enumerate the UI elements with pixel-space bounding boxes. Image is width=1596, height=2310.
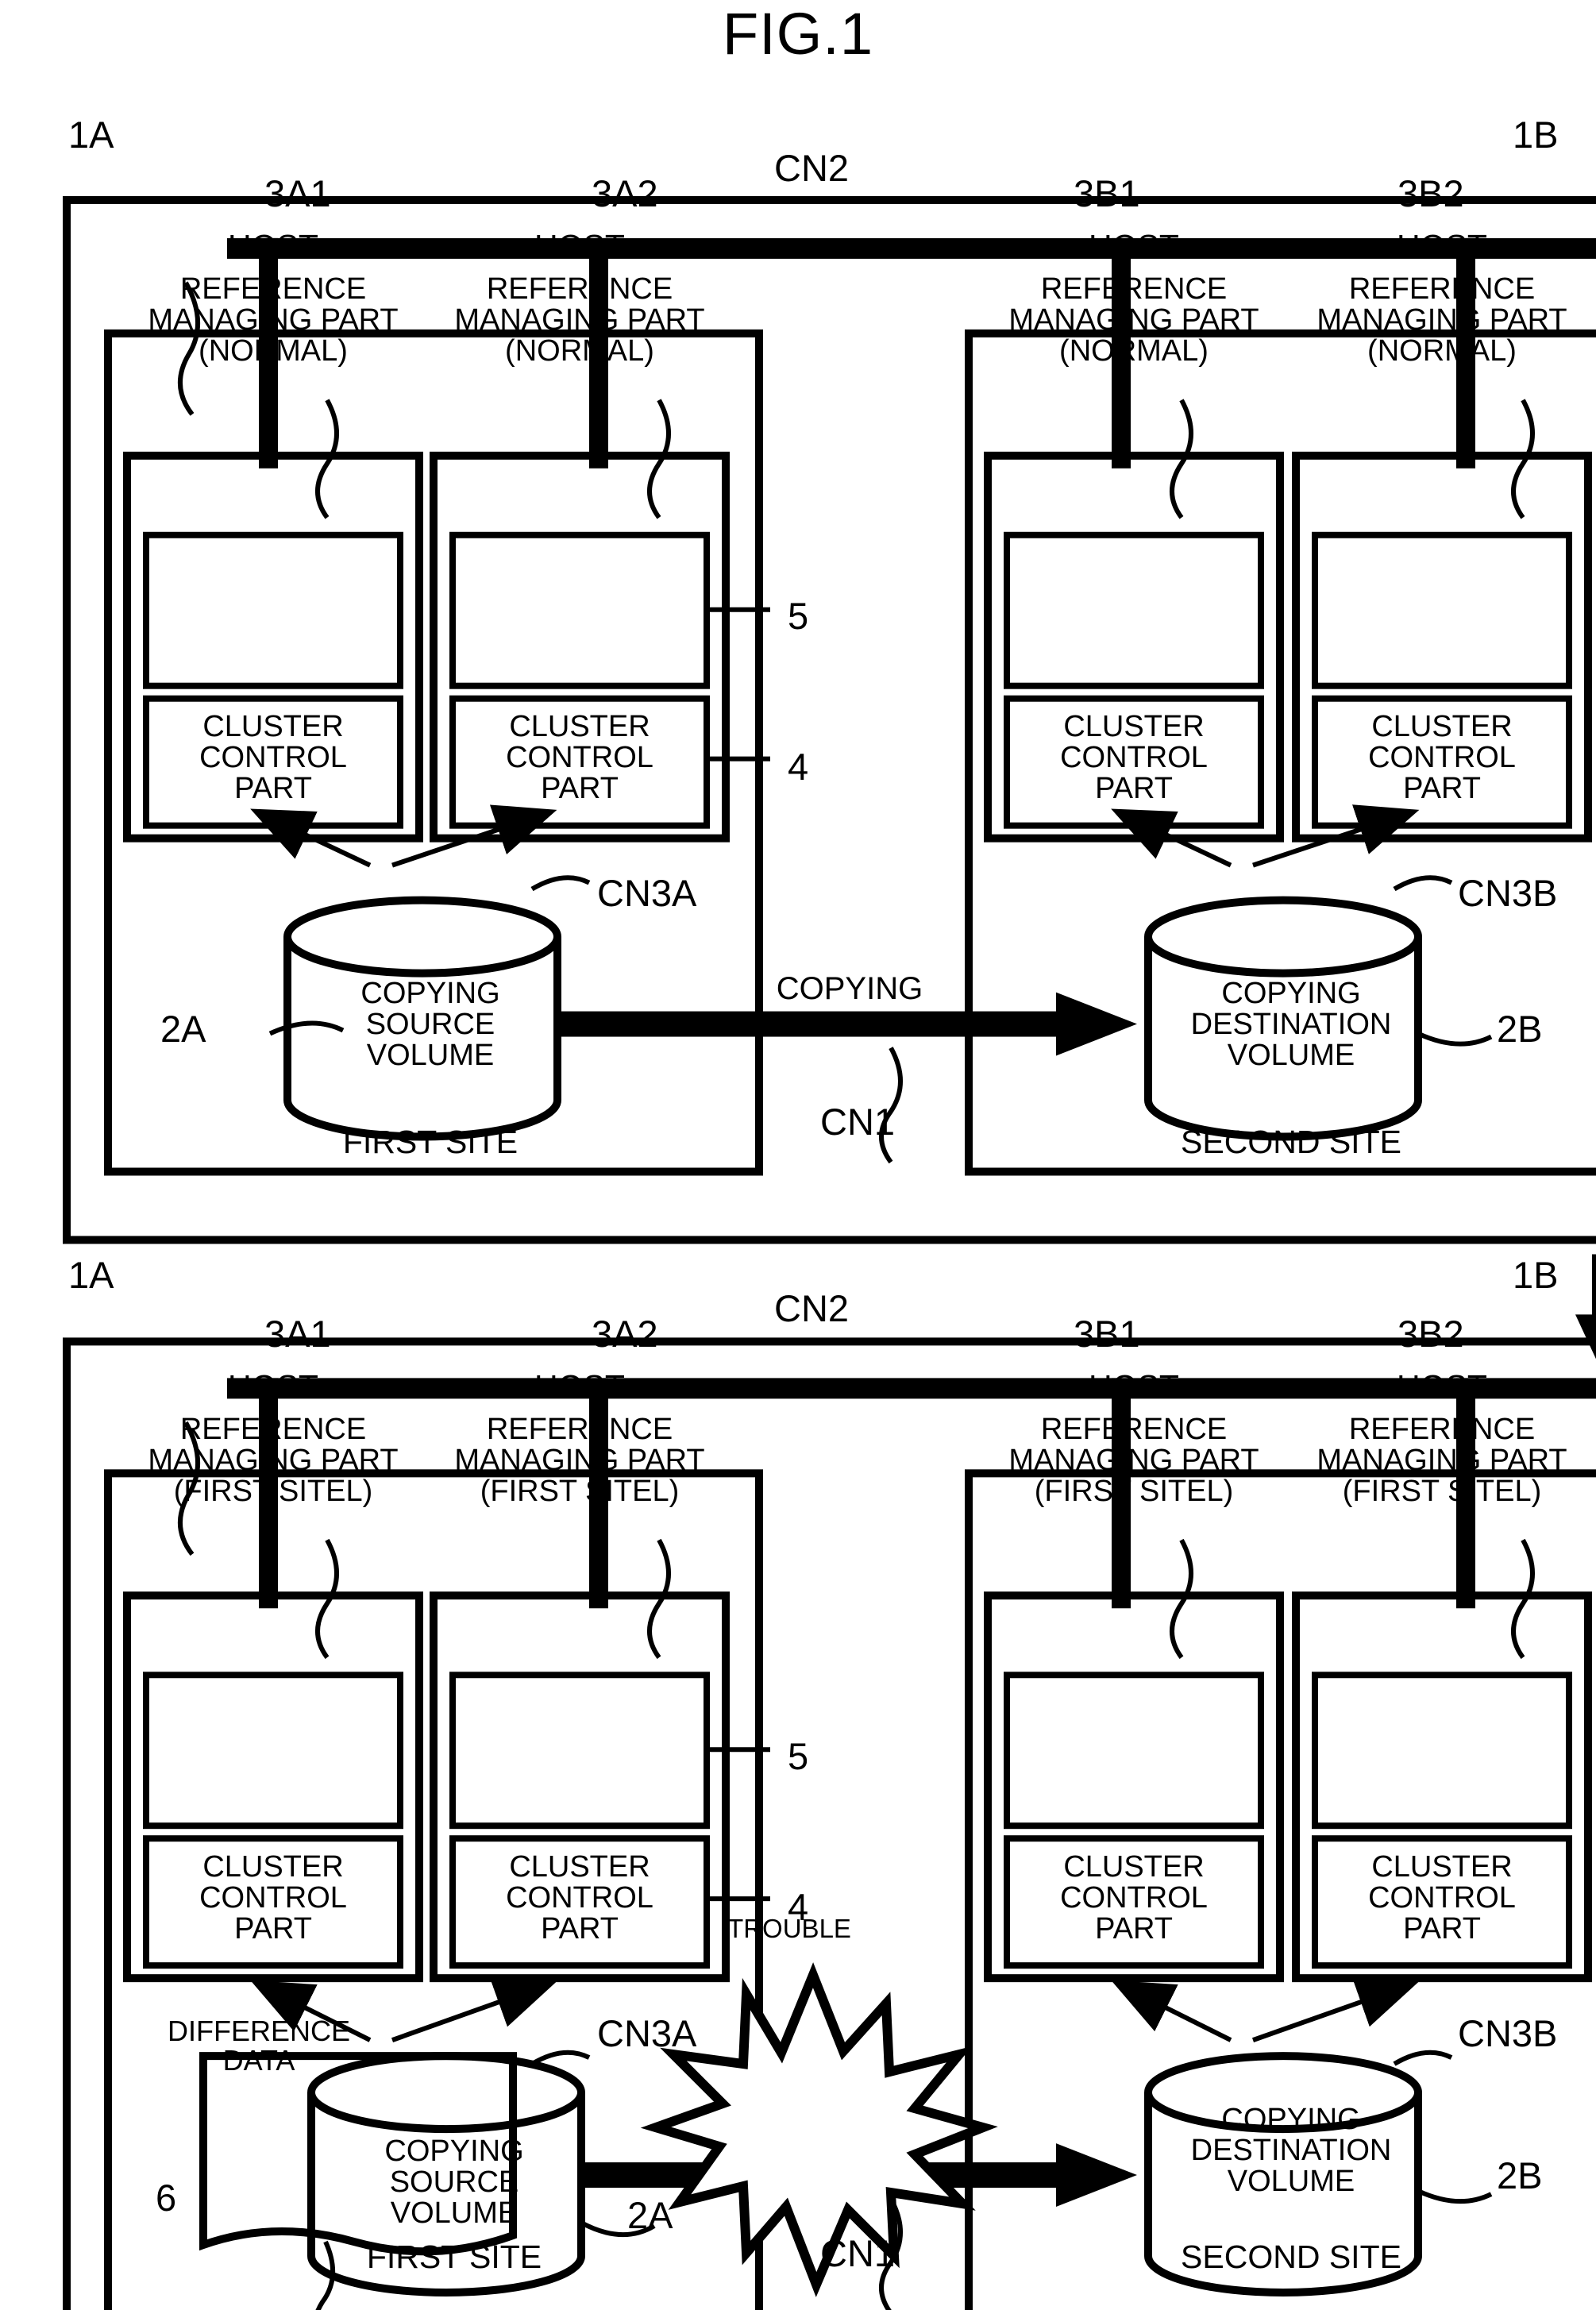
label-cn3a-panel2: CN3A xyxy=(597,2012,697,2054)
ref-1b-panel2: 1B xyxy=(1513,1254,1559,1296)
ref-2b-panel2: 2B xyxy=(1497,2154,1543,2196)
reference-managing-part-3b1-panel1: REFERENCE MANAGING PART (NORMAL) xyxy=(1008,272,1259,368)
ref-4-panel1: 4 xyxy=(788,746,809,788)
cluster-control-part-3a2-panel2: CLUSTER CONTROL PART xyxy=(506,1850,653,1946)
fault-label-trouble: TROUBLE xyxy=(727,1914,851,1943)
ref-5-panel2: 5 xyxy=(788,1735,809,1777)
volume-label-destination-panel1: COPYING DESTINATION VOLUME xyxy=(1190,977,1392,1072)
label-cn3b-panel2: CN3B xyxy=(1458,2012,1558,2054)
reference-managing-part-3a1-panel2: REFERENCE MANAGING PART (FIRST SITEL) xyxy=(148,1413,399,1508)
patent-figure: FIG.1 1A 1B CN2 3A1 3A2 3B1 3B2 HOST HOS… xyxy=(0,0,1596,2310)
cluster-control-part-3a2-panel1: CLUSTER CONTROL PART xyxy=(506,710,653,805)
label-cn1-panel1: CN1 xyxy=(820,1101,896,1143)
ref-3b1-panel2: 3B1 xyxy=(1074,1313,1140,1355)
ref-2b-panel1: 2B xyxy=(1497,1008,1543,1050)
host-title-3a1-panel1: HOST xyxy=(228,228,318,264)
ref-3a2-panel2: 3A2 xyxy=(592,1313,658,1355)
host-title-3b2-panel1: HOST xyxy=(1397,228,1487,264)
reference-managing-part-3a2-panel2: REFERENCE MANAGING PART (FIRST SITEL) xyxy=(454,1413,705,1508)
site-name-second-panel1: SECOND SITE xyxy=(1181,1124,1401,1160)
ref-3a2-panel1: 3A2 xyxy=(592,172,658,214)
ref-3a1-panel1: 3A1 xyxy=(264,172,331,214)
ref-5-panel1: 5 xyxy=(788,595,809,637)
volume-label-source-panel2: COPYING SOURCE VOLUME xyxy=(384,2135,524,2230)
ref-6-panel2: 6 xyxy=(156,2177,177,2219)
ref-1b-panel1: 1B xyxy=(1513,114,1559,156)
host-title-3b1-panel2: HOST xyxy=(1089,1368,1179,1405)
difference-data-label: DIFFERENCE DATA xyxy=(167,2015,350,2077)
label-cn2-panel1: CN2 xyxy=(774,147,850,189)
label-cn1-panel2: CN1 xyxy=(820,2232,896,2274)
reference-managing-part-3b2-panel2: REFERENCE MANAGING PART (FIRST SITEL) xyxy=(1317,1413,1567,1508)
cluster-control-part-3a1-panel1: CLUSTER CONTROL PART xyxy=(199,710,347,805)
host-title-3a2-panel2: HOST xyxy=(534,1368,625,1405)
cluster-control-part-3b2-panel2: CLUSTER CONTROL PART xyxy=(1368,1850,1516,1946)
site-name-first-panel1: FIRST SITE xyxy=(342,1124,519,1160)
label-cn2-panel2: CN2 xyxy=(774,1287,850,1329)
ref-3b2-panel2: 3B2 xyxy=(1397,1313,1464,1355)
volume-label-destination-panel2: COPYING DESTINATION VOLUME xyxy=(1190,2103,1392,2198)
site-name-second-panel2: SECOND SITE xyxy=(1181,2239,1401,2275)
reference-managing-part-3b1-panel2: REFERENCE MANAGING PART (FIRST SITEL) xyxy=(1008,1413,1259,1508)
reference-managing-part-3a2-panel1: REFERENCE MANAGING PART (NORMAL) xyxy=(454,272,705,368)
reference-managing-part-3a1-panel1: REFERENCE MANAGING PART (NORMAL) xyxy=(148,272,399,368)
ref-3b1-panel1: 3B1 xyxy=(1074,172,1140,214)
cluster-control-part-3b2-panel1: CLUSTER CONTROL PART xyxy=(1368,710,1516,805)
ref-3a1-panel2: 3A1 xyxy=(264,1313,331,1355)
ref-1a-panel1: 1A xyxy=(68,114,114,156)
ref-2a-panel1: 2A xyxy=(160,1008,206,1050)
volume-label-source-panel1: COPYING SOURCE VOLUME xyxy=(360,977,500,1072)
transfer-label-panel1: COPYING xyxy=(776,971,923,1006)
cluster-control-part-3a1-panel2: CLUSTER CONTROL PART xyxy=(199,1850,347,1946)
host-title-3a1-panel2: HOST xyxy=(228,1368,318,1405)
ref-3b2-panel1: 3B2 xyxy=(1397,172,1464,214)
cluster-control-part-3b1-panel1: CLUSTER CONTROL PART xyxy=(1060,710,1208,805)
host-title-3a2-panel1: HOST xyxy=(534,228,625,264)
host-title-3b2-panel2: HOST xyxy=(1397,1368,1487,1405)
ref-1a-panel2: 1A xyxy=(68,1254,114,1296)
ref-2a-panel2: 2A xyxy=(627,2194,673,2236)
label-cn3b-panel1: CN3B xyxy=(1458,872,1558,914)
site-name-first-panel2: FIRST SITE xyxy=(366,2239,542,2275)
cluster-control-part-3b1-panel2: CLUSTER CONTROL PART xyxy=(1060,1850,1208,1946)
host-title-3b1-panel1: HOST xyxy=(1089,228,1179,264)
reference-managing-part-3b2-panel1: REFERENCE MANAGING PART (NORMAL) xyxy=(1317,272,1567,368)
label-cn3a-panel1: CN3A xyxy=(597,872,697,914)
